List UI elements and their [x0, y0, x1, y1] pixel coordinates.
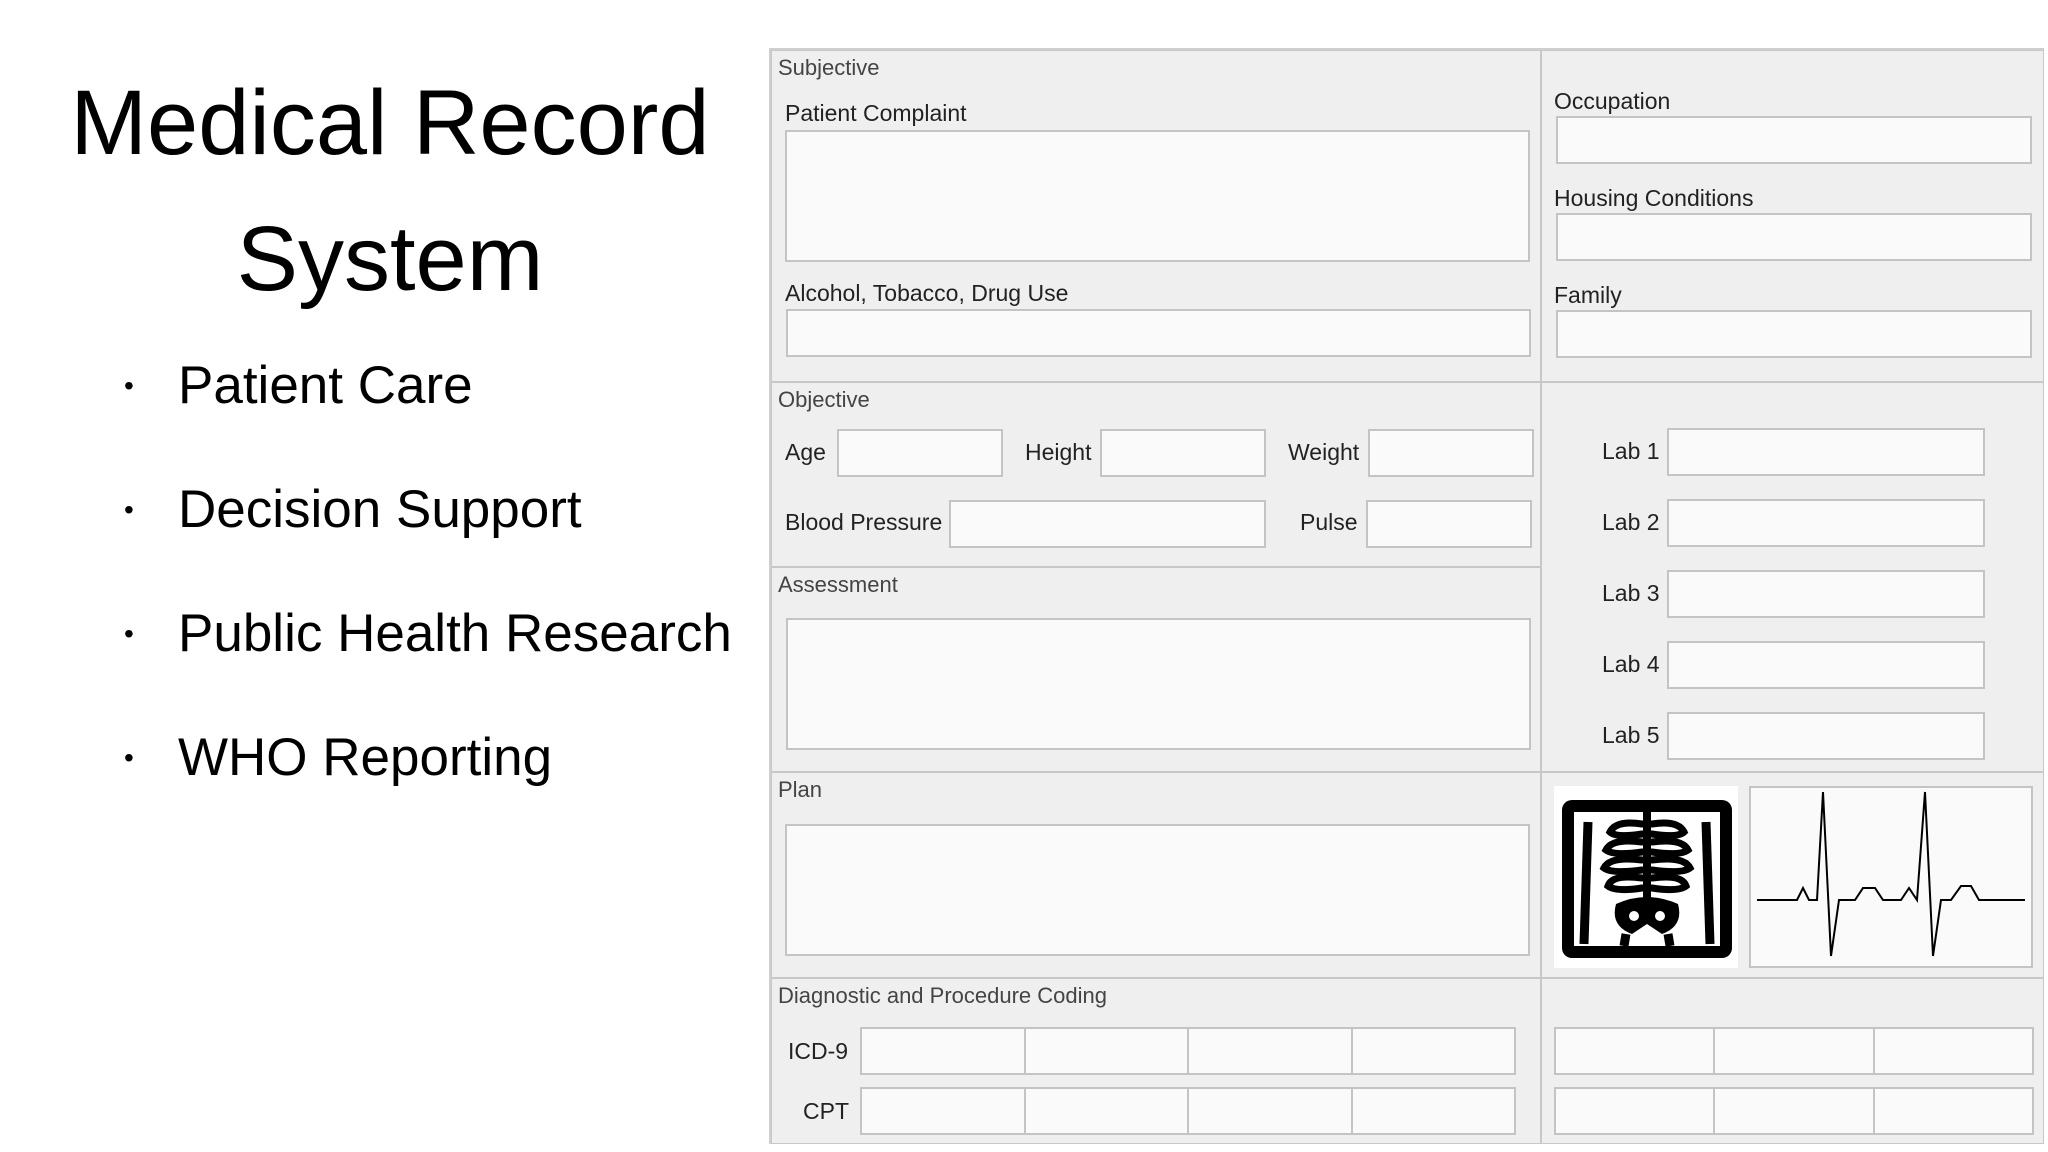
extra-code-field[interactable]: [1872, 1027, 2034, 1075]
occupation-field[interactable]: [1556, 116, 2032, 164]
slide-title-line-2: System: [236, 208, 544, 310]
xray-image[interactable]: [1554, 786, 1738, 968]
objective-section: Objective Age Height Weight Blood Pressu…: [771, 382, 1541, 567]
bullet-dot: •: [124, 618, 134, 649]
lab-1-field[interactable]: [1667, 428, 1985, 476]
ecg-waveform-icon: [1757, 791, 2025, 957]
bullet-patient-care: • Patient Care: [118, 355, 732, 479]
section-title-subjective: Subjective: [778, 55, 880, 80]
cpt-code-field-3[interactable]: [1187, 1087, 1353, 1135]
height-field[interactable]: [1100, 429, 1266, 477]
cpt-code-field-4[interactable]: [1350, 1087, 1516, 1135]
patient-complaint-textarea[interactable]: [785, 130, 1530, 262]
extra-code-field[interactable]: [1713, 1027, 1875, 1075]
bullet-text: Patient Care: [178, 356, 473, 415]
bullet-text: WHO Reporting: [178, 728, 553, 787]
lab-3-field[interactable]: [1667, 570, 1985, 618]
weight-label: Weight: [1288, 439, 1360, 465]
bullet-who-reporting: • WHO Reporting: [118, 727, 732, 851]
extra-code-row-1: [1554, 1027, 2034, 1075]
ecg-image[interactable]: [1749, 786, 2033, 968]
lab-3-label: Lab 3: [1602, 580, 1660, 606]
substance-use-field[interactable]: [786, 309, 1531, 357]
bullet-text: Decision Support: [178, 480, 582, 539]
section-title-plan: Plan: [778, 777, 823, 802]
bullet-dot: •: [124, 370, 134, 401]
bullet-decision-support: • Decision Support: [118, 479, 732, 603]
blood-pressure-field[interactable]: [949, 500, 1266, 548]
plan-section: Plan: [771, 772, 1541, 978]
bullet-text: Public Health Research: [178, 604, 732, 663]
icd9-label: ICD-9: [788, 1038, 849, 1064]
pulse-field[interactable]: [1366, 500, 1532, 548]
bullet-public-health-research: • Public Health Research: [118, 603, 732, 727]
icd9-code-field-3[interactable]: [1187, 1027, 1353, 1075]
patient-complaint-label: Patient Complaint: [785, 100, 967, 126]
cpt-label: CPT: [803, 1098, 849, 1124]
xray-chest-icon: [1562, 800, 1732, 958]
extra-code-field[interactable]: [1554, 1087, 1716, 1135]
substance-use-label: Alcohol, Tobacco, Drug Use: [785, 280, 1069, 306]
blood-pressure-label: Blood Pressure: [785, 509, 943, 535]
icd9-code-row: [860, 1027, 1516, 1075]
medical-record-form: Subjective Patient Complaint Alcohol, To…: [769, 48, 2044, 1144]
lab-2-field[interactable]: [1667, 499, 1985, 547]
section-title-assessment: Assessment: [778, 572, 898, 597]
cpt-code-field-2[interactable]: [1023, 1087, 1189, 1135]
housing-conditions-field[interactable]: [1556, 213, 2032, 261]
section-title-coding: Diagnostic and Procedure Coding: [778, 983, 1107, 1008]
coding-section: Diagnostic and Procedure Coding ICD-9 CP…: [771, 978, 1541, 1144]
lab-4-field[interactable]: [1667, 641, 1985, 689]
age-field[interactable]: [837, 429, 1003, 477]
age-label: Age: [785, 439, 826, 465]
bullet-dot: •: [124, 494, 134, 525]
housing-conditions-label: Housing Conditions: [1554, 185, 1754, 211]
assessment-section: Assessment: [771, 567, 1541, 772]
assessment-textarea[interactable]: [786, 618, 1531, 750]
section-title-objective: Objective: [778, 387, 870, 412]
cpt-code-field-1[interactable]: [860, 1087, 1026, 1135]
icd9-code-field-2[interactable]: [1023, 1027, 1189, 1075]
lab-2-label: Lab 2: [1602, 509, 1660, 535]
bullet-list: • Patient Care • Decision Support • Publ…: [118, 355, 732, 851]
cpt-code-row: [860, 1087, 1516, 1135]
height-label: Height: [1025, 439, 1092, 465]
lab-1-label: Lab 1: [1602, 438, 1660, 464]
icd9-code-field-4[interactable]: [1350, 1027, 1516, 1075]
labs-section: Lab 1 Lab 2 Lab 3 Lab 4 Lab 5: [1541, 382, 2044, 772]
bullet-dot: •: [124, 742, 134, 773]
occupation-label: Occupation: [1554, 88, 1671, 114]
lab-5-field[interactable]: [1667, 712, 1985, 760]
extra-code-field[interactable]: [1872, 1087, 2034, 1135]
imaging-section: [1541, 772, 2044, 978]
plan-textarea[interactable]: [785, 824, 1530, 956]
weight-field[interactable]: [1368, 429, 1534, 477]
lab-5-label: Lab 5: [1602, 722, 1660, 748]
lab-4-label: Lab 4: [1602, 651, 1660, 677]
family-field[interactable]: [1556, 310, 2032, 358]
coding-extra-section: [1541, 978, 2044, 1144]
extra-code-field[interactable]: [1713, 1087, 1875, 1135]
extra-code-field[interactable]: [1554, 1027, 1716, 1075]
icd9-code-field-1[interactable]: [860, 1027, 1026, 1075]
extra-code-row-2: [1554, 1087, 2034, 1135]
social-history-section: Occupation Housing Conditions Family: [1541, 50, 2044, 382]
pulse-label: Pulse: [1300, 509, 1358, 535]
slide-title: Medical Record System: [20, 55, 760, 327]
family-label: Family: [1554, 282, 1622, 308]
subjective-section: Subjective Patient Complaint Alcohol, To…: [771, 50, 1541, 382]
slide-title-line-1: Medical Record: [70, 72, 710, 174]
